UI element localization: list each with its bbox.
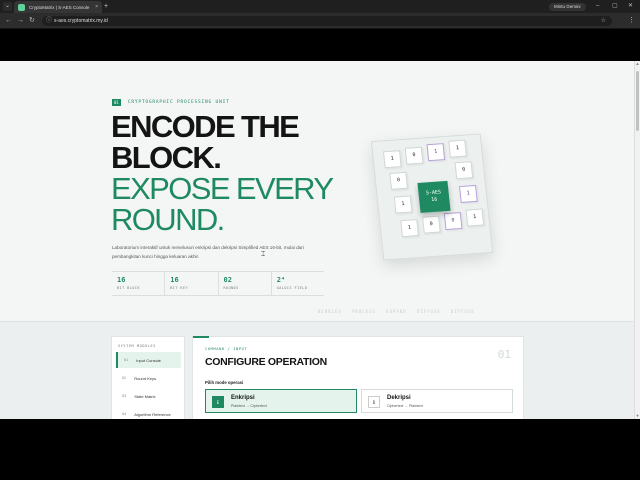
configure-operation-panel: COMMAND / INPUT CONFIGURE OPERATION 01 P… [192, 336, 524, 419]
sidebar-item-number: 01 [124, 358, 129, 362]
grid-cell: 1 [393, 195, 413, 214]
sidebar-item-input-console[interactable]: 01 Input Console [116, 352, 181, 368]
stat-block-size: 16 BIT BLOCK [112, 272, 166, 295]
sidebar-item-label: Algorithm Reference [134, 411, 171, 417]
grid-cell: 1 [465, 208, 485, 227]
browser-menu-icon[interactable]: ⋮ [628, 16, 635, 26]
stat-label: GALOIS FIELD [276, 286, 308, 290]
encrypt-icon: E [212, 396, 224, 408]
panel-breadcrumb: COMMAND / INPUT [205, 347, 248, 351]
tab-close-icon[interactable]: × [95, 4, 98, 10]
stat-rounds: 02 ROUNDS [219, 272, 272, 295]
forward-icon[interactable]: → [17, 16, 24, 26]
hero-badge-label: CRYPTOGRAPHIC PROCESSING UNIT [127, 100, 230, 105]
decrypt-icon: D [368, 396, 380, 408]
panel-title: CONFIGURE OPERATION [205, 356, 327, 368]
page-viewport: 01 CRYPTOGRAPHIC PROCESSING UNIT ENCODE … [0, 61, 640, 419]
sidebar-item-label: Round Keys [134, 375, 157, 381]
hero-title: ENCODE THE BLOCK. EXPOSE EVERY ROUND. [111, 109, 334, 237]
reload-icon[interactable]: ↻ [29, 16, 35, 26]
stat-value: 16 [170, 276, 179, 284]
maximize-icon[interactable]: ▢ [612, 1, 618, 11]
stat-galois-field: 2⁴ GALOIS FIELD [272, 272, 324, 295]
hero-description: Laboratorium interaktif untuk menelusuri… [112, 245, 304, 259]
mode-label: Pilih mode operasi [205, 380, 244, 385]
grid-cell: 0 [389, 171, 408, 190]
sidebar-item-number: 02 [122, 376, 127, 380]
hero-title-line1: ENCODE THE [111, 109, 300, 144]
grid-cell: 1 [382, 150, 402, 169]
close-window-icon[interactable]: ✕ [628, 1, 633, 11]
hero-title-line3: EXPOSE EVERY [111, 171, 334, 206]
stat-key-size: 16 BIT KEY [165, 272, 219, 295]
mouse-cursor-icon: ⌶ [261, 251, 266, 258]
grid-cell: 1 [459, 184, 478, 204]
mode-title: Dekripsi [387, 395, 411, 401]
stat-label: BIT BLOCK [117, 286, 140, 290]
stat-label: BIT KEY [170, 286, 189, 290]
back-icon[interactable]: ← [5, 16, 12, 26]
address-bar: ← → ↻ ⓘ s-aes.cryptomatrix.my.id ☆ ⋮ [0, 13, 640, 29]
mode-title: Enkripsi [231, 395, 255, 401]
browser-spacer [0, 29, 640, 61]
s-aes-core-block: S-AES 16 [417, 180, 451, 213]
mode-encrypt-option[interactable]: E Enkripsi Plaintext → Ciphertext [205, 389, 357, 413]
scroll-down-icon[interactable]: ▼ [635, 413, 640, 419]
grid-cell: 1 [448, 139, 467, 158]
grid-cell: 1 [400, 219, 420, 238]
hero-stats: 16 BIT BLOCK 16 BIT KEY 02 ROUNDS 2⁴ GAL… [112, 271, 324, 296]
mode-decrypt-option[interactable]: D Dekripsi Ciphertext → Plaintext [361, 389, 513, 413]
stat-value: 02 [223, 276, 232, 284]
hero-title-line2: BLOCK. [111, 140, 222, 175]
panel-number: 01 [497, 348, 511, 361]
grid-cell: 0 [422, 215, 441, 234]
sidebar-item-label: State Matrix [134, 393, 156, 399]
hero-badge: 01 CRYPTOGRAPHIC PROCESSING UNIT [112, 99, 230, 106]
url-text: s-aes.cryptomatrix.my.id [54, 18, 108, 24]
url-field[interactable]: ⓘ s-aes.cryptomatrix.my.id ☆ [42, 16, 612, 26]
mode-subtitle: Plaintext → Ciphertext [231, 404, 267, 408]
stat-value: 16 [117, 276, 126, 284]
page-scrollbar[interactable]: ▲ ▼ [634, 61, 640, 419]
browser-tabstrip: ⌄ CryptoMatrix | S-AES Console × + Mintu… [0, 0, 640, 13]
site-info-icon[interactable]: ⓘ [46, 17, 52, 25]
grid-cell: 0 [443, 212, 463, 231]
new-tab-button[interactable]: + [104, 2, 108, 11]
minimize-icon[interactable]: – [596, 1, 599, 11]
scroll-up-icon[interactable]: ▲ [635, 61, 640, 67]
core-size: 16 [430, 196, 438, 204]
system-modules-sidebar: SYSTEM MODULES 01 Input Console 02 Round… [111, 336, 185, 419]
bookmark-star-icon[interactable]: ☆ [601, 16, 606, 26]
scrollbar-thumb[interactable] [636, 71, 639, 131]
sidebar-item-state-matrix[interactable]: 03 State Matrix [116, 388, 181, 404]
sidebar-item-number: 04 [122, 412, 127, 416]
grid-cell: 0 [454, 161, 474, 180]
panel-accent [193, 336, 209, 338]
sidebar-header: SYSTEM MODULES [118, 344, 156, 348]
hero-badge-number: 01 [112, 99, 121, 106]
sidebar-item-round-keys[interactable]: 02 Round Keys [116, 370, 181, 386]
sidebar-item-algorithm-reference[interactable]: 04 Algorithm Reference [116, 406, 181, 419]
stat-label: ROUNDS [223, 286, 239, 290]
hero-title-line4: ROUND. [111, 202, 225, 237]
tab-title: CryptoMatrix | S-AES Console [29, 4, 90, 10]
sidebar-item-number: 03 [122, 394, 127, 398]
favicon-icon [18, 3, 25, 11]
browser-tab[interactable]: CryptoMatrix | S-AES Console × [14, 1, 102, 13]
tab-search-icon[interactable]: ⌄ [3, 2, 12, 11]
profile-button[interactable]: Mintu Gemini [549, 3, 586, 11]
nibble-grid-illustration: 1 0 1 1 0 0 1 1 1 0 0 1 0 1 0 S-AES 16 [370, 133, 494, 261]
sidebar-item-label: Input Console [136, 357, 161, 363]
stat-value: 2⁴ [276, 276, 286, 284]
hero-ticker: NIBBLES · PROCESS · EXPAND · DIFFUSE · D… [318, 309, 475, 314]
mode-subtitle: Ciphertext → Plaintext [387, 404, 423, 408]
